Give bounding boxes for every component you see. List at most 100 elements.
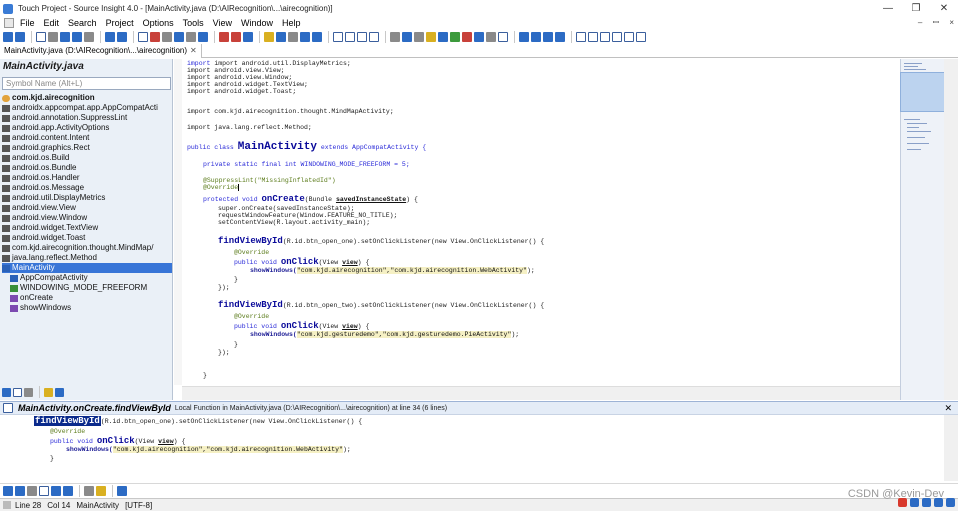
symbol-window-icon[interactable] (438, 31, 448, 42)
symbol-list-item[interactable]: android.widget.TextView (2, 223, 172, 233)
lookup-icon[interactable] (198, 31, 208, 42)
panel-4-icon[interactable] (612, 31, 622, 42)
save-all-icon[interactable] (72, 31, 82, 42)
layout-vertical-icon[interactable] (357, 31, 367, 42)
menu-edit[interactable]: Edit (44, 18, 60, 28)
back-icon[interactable] (3, 31, 13, 42)
grid-icon[interactable] (946, 498, 955, 507)
filter-icon[interactable] (24, 387, 33, 397)
context-close-icon[interactable]: ✕ (944, 403, 952, 414)
settings-gear-icon[interactable] (117, 485, 127, 496)
symbol-list-item[interactable]: android.util.DisplayMetrics (2, 193, 172, 203)
symbol-list-item[interactable]: MainActivity (2, 263, 172, 273)
panel-3-icon[interactable] (600, 31, 610, 42)
mdi-restore-button[interactable]: ꟷ (933, 18, 940, 27)
close-button[interactable]: ✕ (930, 0, 958, 17)
mic-icon[interactable] (910, 498, 919, 507)
menu-file[interactable]: File (20, 18, 35, 28)
panel-1-icon[interactable] (576, 31, 586, 42)
print-icon[interactable] (84, 485, 94, 496)
menu-view[interactable]: View (213, 18, 232, 28)
settings-gear-icon[interactable] (55, 387, 64, 397)
save-icon[interactable] (60, 31, 70, 42)
symbol-list-item[interactable]: androidx.appcompat.app.AppCompatActi (2, 103, 172, 113)
back-icon[interactable] (3, 485, 13, 496)
mdi-close-button[interactable]: × (949, 18, 954, 27)
panel-5-icon[interactable] (624, 31, 634, 42)
input-method-icon[interactable] (898, 498, 907, 507)
outdent-icon[interactable] (543, 31, 553, 42)
bookmark-window-icon[interactable] (243, 31, 253, 42)
symbol-list-item[interactable]: android.widget.Toast (2, 233, 172, 243)
add-remove-files-icon[interactable] (150, 31, 160, 42)
rebuild-icon[interactable] (186, 31, 196, 42)
symbol-list-item[interactable]: android.os.Bundle (2, 163, 172, 173)
references-icon[interactable] (288, 31, 298, 42)
menu-options[interactable]: Options (143, 18, 174, 28)
symbol-list-item[interactable]: AppCompatActivity (2, 273, 172, 283)
undo-icon[interactable] (105, 31, 115, 42)
maximize-button[interactable]: ❐ (902, 0, 930, 17)
relation-window-icon[interactable] (414, 31, 424, 42)
new-file-icon[interactable] (36, 31, 46, 42)
sync-icon[interactable] (162, 31, 172, 42)
sort-az-icon[interactable] (2, 387, 11, 397)
symbol-list-item[interactable]: android.os.Build (2, 153, 172, 163)
open-file-icon[interactable] (48, 31, 58, 42)
print-icon[interactable] (84, 31, 94, 42)
highlight-icon[interactable] (63, 485, 73, 496)
relation-icon[interactable] (312, 31, 322, 42)
overview-icon[interactable] (486, 31, 496, 42)
symbol-list-item[interactable]: onCreate (2, 293, 172, 303)
symbol-list-item[interactable]: android.view.Window (2, 213, 172, 223)
document-icon[interactable] (4, 18, 14, 28)
redo-icon[interactable] (117, 31, 127, 42)
minimize-button[interactable]: — (874, 0, 902, 17)
symbol-list-item[interactable]: java.lang.reflect.Method (2, 253, 172, 263)
menu-project[interactable]: Project (106, 18, 134, 28)
symbol-list-item[interactable]: android.graphics.Rect (2, 143, 172, 153)
menu-help[interactable]: Help (282, 18, 301, 28)
columns-icon[interactable] (44, 387, 53, 397)
jump-icon[interactable] (264, 31, 274, 42)
menu-tools[interactable]: Tools (183, 18, 204, 28)
tab-mainactivity[interactable]: MainActivity.java (D:\AIRecognition\...\… (0, 44, 202, 58)
layout-tile-icon[interactable] (369, 31, 379, 42)
project-window-icon[interactable] (174, 31, 184, 42)
filter-icon[interactable] (96, 485, 106, 496)
symbol-list-item[interactable]: showWindows (2, 303, 172, 313)
panel-2-icon[interactable] (588, 31, 598, 42)
keyboard-icon[interactable] (922, 498, 931, 507)
settings-icon[interactable] (390, 31, 400, 42)
forward-icon[interactable] (15, 31, 25, 42)
symbol-list-item[interactable]: android.annotation.SuppressLint (2, 113, 172, 123)
plus-icon[interactable] (519, 31, 529, 42)
forward-icon[interactable] (15, 485, 25, 496)
layout-icon[interactable] (333, 31, 343, 42)
panel-6-icon[interactable] (636, 31, 646, 42)
mdi-minimize-button[interactable]: – (918, 18, 922, 27)
tab-close-icon[interactable]: ✕ (190, 46, 197, 55)
jump-icon[interactable] (51, 485, 61, 496)
clip-window-icon[interactable] (426, 31, 436, 42)
call-graph-icon[interactable] (300, 31, 310, 42)
symbol-list-item[interactable]: com.kjd.airecognition (2, 93, 172, 103)
columns-icon[interactable] (39, 485, 49, 496)
menu-window[interactable]: Window (241, 18, 273, 28)
list-view-icon[interactable] (13, 387, 22, 397)
highlight-icon[interactable] (462, 31, 472, 42)
bird-icon[interactable] (474, 31, 484, 42)
symbol-list-item[interactable]: android.os.Message (2, 183, 172, 193)
grid-icon[interactable] (498, 31, 508, 42)
bookmark-next-icon[interactable] (231, 31, 241, 42)
vertical-scrollbar[interactable] (944, 59, 958, 400)
lock-icon[interactable] (27, 485, 37, 496)
layout-horizontal-icon[interactable] (345, 31, 355, 42)
symbol-list-item[interactable]: WINDOWING_MODE_FREEFORM (2, 283, 172, 293)
project-icon[interactable] (138, 31, 148, 42)
context-scrollbar[interactable] (944, 415, 958, 481)
symbol-list-item[interactable]: android.view.View (2, 203, 172, 213)
symbol-list-item[interactable]: android.app.ActivityOptions (2, 123, 172, 133)
menu-search[interactable]: Search (68, 18, 97, 28)
comment-icon[interactable] (555, 31, 565, 42)
